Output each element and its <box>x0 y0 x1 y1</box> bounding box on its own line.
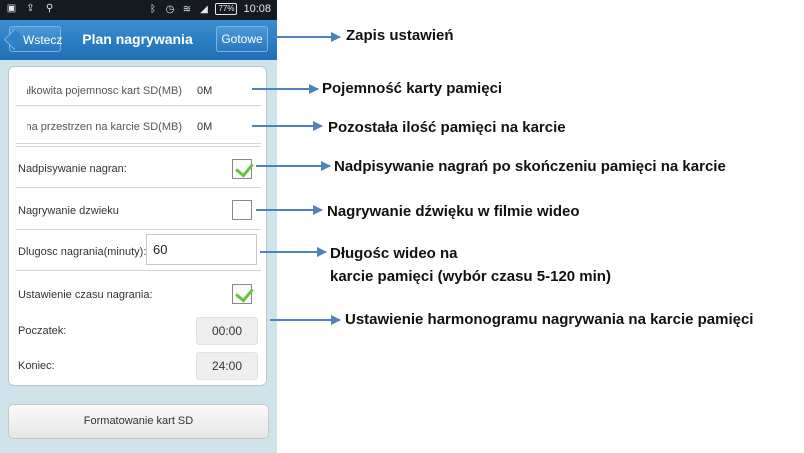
annotation-overwrite: Nadpisywanie nagrań po skończeniu pamięc… <box>334 158 726 175</box>
annotation-schedule: Ustawienie harmonogramu nagrywania na ka… <box>345 311 754 328</box>
annotation-arrows <box>252 32 341 325</box>
annotation-duration-line2: karcie pamięci (wybór czasu 5-120 min) <box>330 268 611 285</box>
annotation-save: Zapis ustawień <box>346 27 454 44</box>
annotation-duration-line1: Długośc wideo na <box>330 245 458 262</box>
annotation-capacity: Pojemność karty pamięci <box>322 80 503 97</box>
annotation-audio: Nagrywanie dźwięku w filmie wideo <box>327 203 580 220</box>
annotation-remaining: Pozostała ilość pamięci na karcie <box>328 119 566 136</box>
